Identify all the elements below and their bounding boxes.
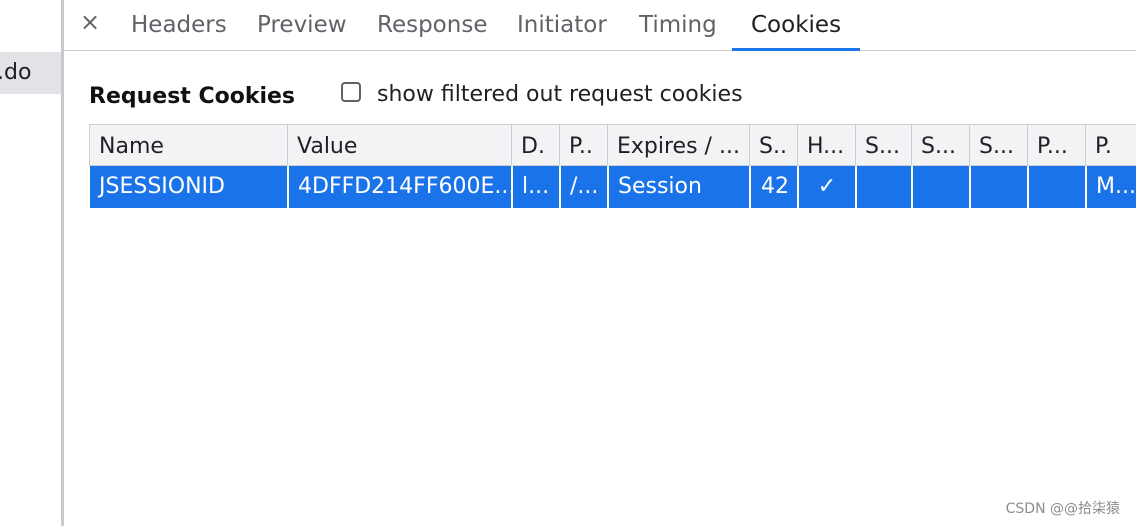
cookie-domain-cell[interactable]: l...	[511, 166, 559, 208]
close-icon[interactable]: ×	[78, 8, 102, 36]
cookie-path-cell[interactable]: /...	[559, 166, 607, 208]
column-header-httponly[interactable]: H...	[797, 125, 855, 167]
show-filtered-cookies-label[interactable]: show filtered out request cookies	[377, 78, 743, 112]
show-filtered-cookies-checkbox[interactable]	[341, 82, 361, 102]
column-header-expires[interactable]: Expires / ...	[607, 125, 749, 167]
devtools-network-panel: .do × Headers Preview Response Initiator…	[0, 0, 1136, 526]
cookies-table: Name Value D. P.. Expires / ... S.. H...…	[89, 124, 1136, 208]
cookie-httponly-check-icon[interactable]: ✓	[797, 166, 855, 208]
column-header-partition-key[interactable]: P...	[1027, 125, 1085, 167]
column-header-samesite[interactable]: S...	[911, 125, 969, 167]
tab-cookies[interactable]: Cookies	[731, 0, 861, 51]
column-header-sameparty[interactable]: S...	[969, 125, 1027, 167]
tab-timing[interactable]: Timing	[639, 0, 717, 50]
tab-headers[interactable]: Headers	[131, 0, 227, 50]
column-header-size[interactable]: S..	[749, 125, 797, 167]
cookie-priority-cell[interactable]: M...	[1085, 166, 1136, 208]
request-list-pane: .do	[0, 0, 61, 526]
tab-response[interactable]: Response	[377, 0, 487, 50]
table-row[interactable]: JSESSIONID 4DFFD214FF600E... l... /... S…	[89, 166, 1136, 208]
cookie-partition-key-cell[interactable]	[1027, 166, 1085, 208]
column-header-secure[interactable]: S...	[855, 125, 911, 167]
column-header-priority[interactable]: P.	[1085, 125, 1136, 167]
cookie-expires-cell[interactable]: Session	[607, 166, 749, 208]
cookie-samesite-cell[interactable]	[911, 166, 969, 208]
cookie-secure-cell[interactable]	[855, 166, 911, 208]
watermark: CSDN @@拾柒猿	[1005, 501, 1120, 517]
cookie-name-cell[interactable]: JSESSIONID	[89, 166, 287, 208]
table-header-row: Name Value D. P.. Expires / ... S.. H...…	[89, 124, 1136, 167]
pane-splitter[interactable]	[61, 0, 64, 526]
tab-initiator[interactable]: Initiator	[517, 0, 607, 50]
column-header-value[interactable]: Value	[287, 125, 511, 167]
details-tab-bar: × Headers Preview Response Initiator Tim…	[64, 0, 1136, 51]
column-header-domain[interactable]: D.	[511, 125, 559, 167]
cookie-value-cell[interactable]: 4DFFD214FF600E...	[287, 166, 511, 208]
tab-preview[interactable]: Preview	[257, 0, 347, 50]
cookie-size-cell[interactable]: 42	[749, 166, 797, 208]
column-header-name[interactable]: Name	[89, 125, 287, 167]
request-list-item-label: .do	[0, 60, 32, 85]
cookie-sameparty-cell[interactable]	[969, 166, 1027, 208]
request-list-item-selected[interactable]: .do	[0, 52, 61, 94]
column-header-path[interactable]: P..	[559, 125, 607, 167]
request-cookies-title: Request Cookies	[89, 84, 296, 109]
